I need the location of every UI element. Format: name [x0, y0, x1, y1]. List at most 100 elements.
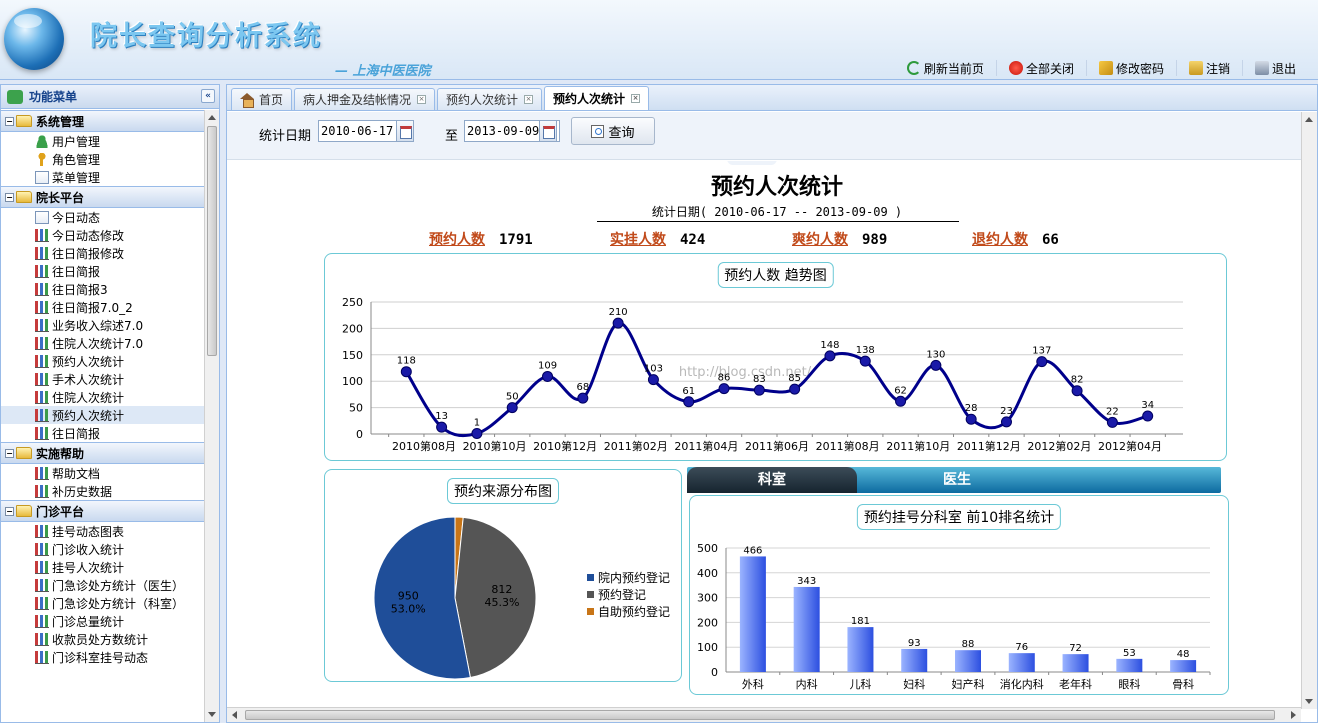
collapse-notch[interactable] [727, 161, 777, 165]
scroll-up-icon[interactable] [208, 115, 216, 120]
query-button[interactable]: 查询 [571, 117, 655, 145]
menu-item-today-dynamics[interactable]: 今日动态 [1, 208, 205, 226]
collapse-toggle-icon[interactable]: − [5, 506, 14, 516]
menu-item-inpatient-stats[interactable]: 住院人次统计 [1, 388, 205, 406]
trend-point [1106, 416, 1118, 428]
bar-chart-icon [35, 484, 49, 498]
menu-item-inpatient-stats-7[interactable]: 住院人次统计7.0 [1, 334, 205, 352]
bar [847, 627, 874, 672]
menu-item-cashier-stats[interactable]: 收款员处方数统计 [1, 630, 205, 648]
menu-item-label: 业务收入综述7.0 [52, 318, 144, 333]
menu-item-revenue-summary[interactable]: 业务收入综述7.0 [1, 316, 205, 334]
menu-item-user-management[interactable]: 用户管理 [1, 132, 205, 150]
menu-item-registration-stats[interactable]: 挂号人次统计 [1, 558, 205, 576]
bar-data-label: 53 [1123, 648, 1136, 659]
scroll-thumb[interactable] [207, 126, 217, 356]
pie-percent-label: 53.0% [391, 602, 426, 615]
scroll-down-icon[interactable] [208, 712, 216, 717]
menu-group-help[interactable]: − 实施帮助 [1, 442, 205, 464]
tab-appointment-stats-active[interactable]: 预约人次统计 × [544, 86, 650, 110]
collapse-sidebar-button[interactable]: « [201, 89, 215, 103]
exit-button[interactable]: 退出 [1241, 60, 1308, 76]
scroll-left-icon[interactable] [232, 711, 237, 719]
pie-value-label: 812 [491, 583, 512, 596]
scroll-down-icon[interactable] [1305, 699, 1313, 704]
menu-item-registration-chart[interactable]: 挂号动态图表 [1, 522, 205, 540]
trend-data-label: 34 [1141, 400, 1154, 411]
trend-data-label: 130 [926, 349, 945, 360]
close-all-button[interactable]: 全部关闭 [995, 60, 1086, 76]
change-password-button[interactable]: 修改密码 [1085, 60, 1176, 76]
tab-deposit[interactable]: 病人押金及结帐情况 × [294, 88, 436, 110]
bar-data-label: 88 [962, 639, 975, 650]
menu-item-menu-management[interactable]: 菜单管理 [1, 168, 205, 186]
sidebar-scrollbar[interactable] [204, 110, 219, 722]
menu-item-prescription-doctor[interactable]: 门急诊处方统计（医生） [1, 576, 205, 594]
menu-item-appointment-stats[interactable]: 预约人次统计 [1, 352, 205, 370]
source-pie-chart: 81245.3% 95053.0% 院内预约登记预约登记自助预约登记 [373, 516, 670, 680]
tab-doctor[interactable]: 医生 [857, 467, 1057, 493]
summary-booked-link[interactable]: 预约人数 [429, 232, 485, 248]
app-header: 院长查询分析系统 — 上海中医医院 刷新当前页 全部关闭 修改密码 注销 退出 [0, 0, 1318, 80]
tab-home[interactable]: 首页 [231, 88, 293, 110]
scroll-thumb[interactable] [245, 710, 1275, 720]
close-all-label: 全部关闭 [1025, 61, 1074, 76]
menu-group-system[interactable]: − 系统管理 [1, 110, 205, 132]
bar [793, 586, 820, 672]
menu-group-director[interactable]: − 院长平台 [1, 186, 205, 208]
bar-chart-icon [35, 390, 49, 404]
menu-item-past-brief-edit[interactable]: 往日简报修改 [1, 244, 205, 262]
close-tab-icon[interactable]: × [631, 94, 641, 103]
x-tick-label: 2010第10月 [463, 439, 527, 453]
logout-button[interactable]: 注销 [1175, 60, 1242, 76]
menu-item-outpatient-total[interactable]: 门诊总量统计 [1, 612, 205, 630]
menu-group-label: 院长平台 [36, 190, 85, 205]
legend-swatch [587, 591, 594, 598]
menu-item-past-brief-7-2[interactable]: 往日简报7.0_2 [1, 298, 205, 316]
main-vertical-scrollbar[interactable] [1301, 112, 1317, 709]
collapse-toggle-icon[interactable]: − [5, 192, 14, 202]
y-tick-label: 300 [697, 592, 718, 605]
menu-item-past-brief-3[interactable]: 往日简报3 [1, 280, 205, 298]
menu-item-role-management[interactable]: 角色管理 [1, 150, 205, 168]
sidebar: 功能菜单 « − 系统管理 用户管理 角色管理 菜单管理 − 院长平台 今日动态 今… [0, 84, 220, 723]
end-calendar-icon[interactable] [539, 120, 557, 142]
summary-registered-link[interactable]: 实挂人数 [610, 232, 666, 248]
menu-item-history-data[interactable]: 补历史数据 [1, 482, 205, 500]
menu-group-label: 实施帮助 [36, 446, 85, 461]
scroll-right-icon[interactable] [1291, 711, 1296, 719]
menu-item-past-brief-2[interactable]: 往日简报 [1, 424, 205, 442]
x-tick-label: 2012第02月 [1027, 439, 1091, 453]
menu-item-prescription-dept[interactable]: 门急诊处方统计（科室） [1, 594, 205, 612]
search-icon [591, 124, 605, 138]
menu-item-label: 往日简报修改 [52, 246, 125, 261]
summary-noshow-link[interactable]: 爽约人数 [792, 232, 848, 248]
menu-item-today-dynamics-edit[interactable]: 今日动态修改 [1, 226, 205, 244]
summary-cancelled-link[interactable]: 退约人数 [972, 232, 1028, 248]
close-tab-icon[interactable]: × [417, 95, 427, 104]
trend-data-label: 83 [753, 374, 766, 385]
menu-item-help-docs[interactable]: 帮助文档 [1, 464, 205, 482]
report-date-range: 统计日期( 2010-06-17 -- 2013-09-09 ) [651, 205, 903, 219]
menu-group-outpatient[interactable]: − 门诊平台 [1, 500, 205, 522]
menu-item-outpatient-revenue[interactable]: 门诊收入统计 [1, 540, 205, 558]
folder-icon [16, 447, 32, 459]
main-horizontal-scrollbar[interactable] [227, 707, 1301, 722]
close-tab-icon[interactable]: × [524, 95, 534, 104]
document-icon [35, 170, 49, 184]
menu-item-dept-registration[interactable]: 门诊科室挂号动态 [1, 648, 205, 666]
app-subtitle: — 上海中医医院 [335, 64, 431, 79]
refresh-page-button[interactable]: 刷新当前页 [895, 60, 996, 76]
menu-item-surgery-stats[interactable]: 手术人次统计 [1, 370, 205, 388]
document-icon [35, 210, 49, 224]
tab-department[interactable]: 科室 [687, 467, 857, 493]
tab-appointment-stats[interactable]: 预约人次统计 × [437, 88, 543, 110]
start-calendar-icon[interactable] [396, 120, 414, 142]
menu-item-past-brief[interactable]: 往日简报 [1, 262, 205, 280]
collapse-toggle-icon[interactable]: − [5, 448, 14, 458]
scroll-up-icon[interactable] [1305, 117, 1313, 122]
tab-label: 病人押金及结帐情况 [303, 93, 412, 107]
collapse-toggle-icon[interactable]: − [5, 116, 14, 126]
menu-item-appointment-stats-active[interactable]: 预约人次统计 [1, 406, 205, 424]
bar-chart-icon [35, 354, 49, 368]
